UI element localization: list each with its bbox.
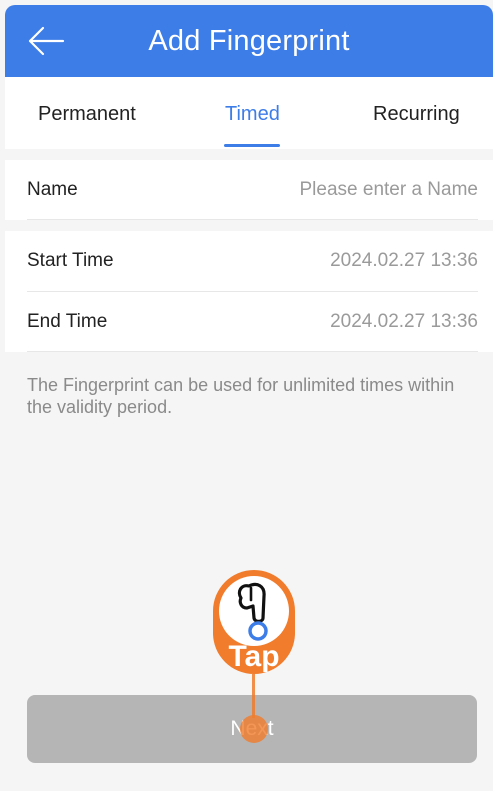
tap-hint-badge: Tap bbox=[213, 570, 295, 674]
hand-pointer-icon bbox=[237, 582, 268, 641]
end-time-value[interactable]: 2024.02.27 13:36 bbox=[330, 311, 478, 333]
start-time-value[interactable]: 2024.02.27 13:36 bbox=[330, 250, 478, 272]
app-header: Add Fingerprint bbox=[5, 5, 493, 77]
tap-indicator-line bbox=[252, 674, 255, 718]
tap-label: Tap bbox=[228, 640, 280, 673]
tap-indicator-dot bbox=[240, 715, 268, 743]
tab-bar: Permanent Timed Recurring bbox=[5, 77, 493, 149]
name-label: Name bbox=[27, 179, 78, 200]
start-time-row[interactable]: Start Time 2024.02.27 13:36 bbox=[27, 231, 478, 291]
back-button[interactable] bbox=[27, 25, 65, 57]
divider bbox=[27, 219, 478, 220]
end-time-row[interactable]: End Time 2024.02.27 13:36 bbox=[27, 292, 478, 352]
time-card: Start Time 2024.02.27 13:36 End Time 202… bbox=[5, 231, 493, 352]
start-time-label: Start Time bbox=[27, 250, 114, 271]
active-tab-indicator bbox=[224, 144, 280, 147]
arrow-left-icon bbox=[28, 26, 65, 56]
end-time-label: End Time bbox=[27, 311, 108, 332]
name-input[interactable]: Please enter a Name bbox=[300, 179, 479, 201]
tab-permanent[interactable]: Permanent bbox=[38, 103, 136, 126]
divider bbox=[27, 351, 478, 352]
tab-timed[interactable]: Timed bbox=[225, 103, 280, 126]
name-row[interactable]: Name Please enter a Name bbox=[27, 160, 478, 220]
name-card: Name Please enter a Name bbox=[5, 160, 493, 220]
tap-icon-circle bbox=[219, 576, 289, 646]
tab-recurring[interactable]: Recurring bbox=[373, 103, 460, 126]
page-title: Add Fingerprint bbox=[148, 24, 350, 57]
validity-info-text: The Fingerprint can be used for unlimite… bbox=[27, 375, 455, 417]
